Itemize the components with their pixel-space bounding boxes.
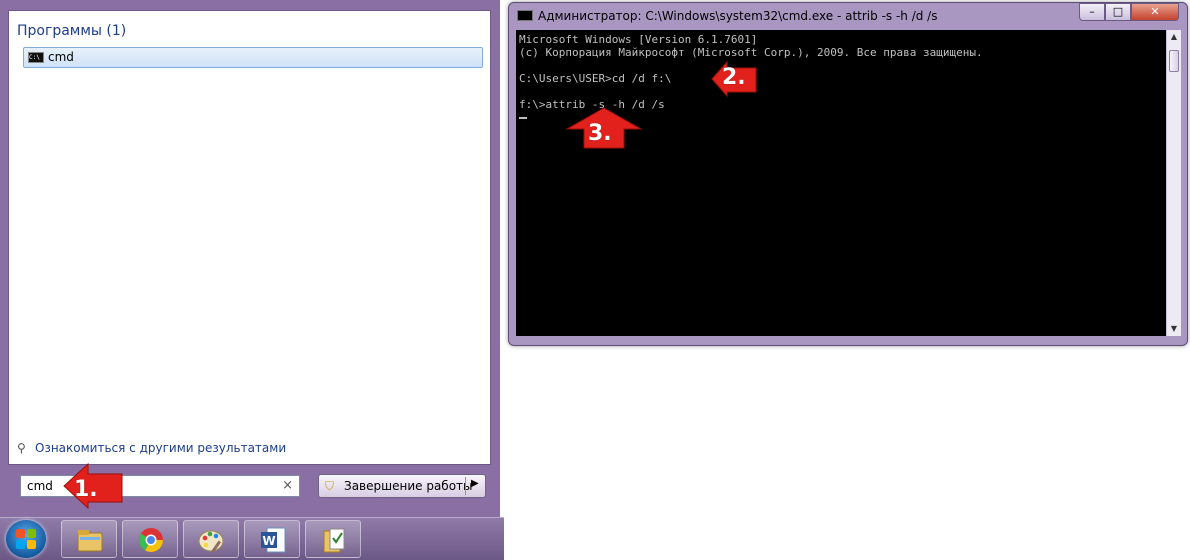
svg-text:W: W [262,534,275,548]
windows-orb-icon [16,529,36,549]
clear-search-icon[interactable]: × [282,478,293,493]
start-menu-results-pane: Программы (1) C:\ cmd ⚲ Ознакомиться с др… [8,10,491,465]
annotation-label: 3. [588,121,612,146]
console-cursor [519,117,527,119]
magnifier-icon: ⚲ [17,441,26,455]
search-result-cmd[interactable]: C:\ cmd [23,47,483,68]
programs-section-header: Программы (1) [17,23,127,39]
maximize-button[interactable]: □ [1105,3,1131,21]
taskbar: W [0,517,504,560]
search-result-label: cmd [48,50,74,64]
shutdown-options-arrow-icon[interactable]: ▶ [471,478,479,489]
taskbar-paint-button[interactable] [183,520,239,558]
shutdown-button[interactable]: ⛉ Завершение работы ▶ [318,474,486,498]
start-button[interactable] [6,520,46,558]
scroll-up-arrow-icon[interactable]: ▲ [1167,30,1181,44]
scrollbar-thumb[interactable] [1169,50,1179,72]
scroll-down-arrow-icon[interactable]: ▼ [1167,322,1181,336]
shutdown-label: Завершение работы [344,479,473,493]
cmd-titlebar[interactable]: Администратор: C:\Windows\system32\cmd.e… [517,9,937,23]
paint-icon [198,530,224,553]
chrome-icon [139,528,163,553]
annotation-step-2: 2. [711,60,757,98]
annotation-step-3: 3. [566,107,642,149]
console-line: C:\Users\USER>cd /d f:\ [519,72,672,85]
taskbar-word-button[interactable]: W [244,520,300,558]
cmd-window-title: Администратор: C:\Windows\system32\cmd.e… [538,9,938,23]
folder-icon [323,528,345,553]
console-line: (c) Корпорация Майкрософт (Microsoft Cor… [519,46,983,59]
console-output[interactable]: Microsoft Windows [Version 6.1.7601] (c)… [516,30,1166,336]
shutdown-separator [465,477,466,495]
see-more-results-link[interactable]: ⚲ Ознакомиться с другими результатами [17,441,286,455]
explorer-icon [77,530,103,552]
cmd-window-icon [517,10,533,21]
taskbar-chrome-button[interactable] [122,520,178,558]
annotation-label: 2. [722,65,746,90]
see-more-results-label: Ознакомиться с другими результатами [35,441,287,455]
annotation-step-1: 1. [62,458,124,510]
annotation-label: 1. [74,477,98,502]
uac-shield-icon: ⛉ [325,479,335,493]
cmd-icon: C:\ [28,52,44,63]
console-line: Microsoft Windows [Version 6.1.7601] [519,33,758,46]
cmd-window: Администратор: C:\Windows\system32\cmd.e… [508,2,1188,346]
search-input-value: cmd [27,479,53,493]
taskbar-explorer-button[interactable] [61,520,117,558]
close-button[interactable]: ✕ [1131,3,1179,21]
word-icon: W [261,527,286,553]
minimize-button[interactable]: – [1079,3,1105,21]
vertical-scrollbar[interactable]: ▲ ▼ [1166,30,1181,336]
start-menu: Программы (1) C:\ cmd ⚲ Ознакомиться с др… [0,0,500,517]
taskbar-folder-button[interactable] [305,520,361,558]
